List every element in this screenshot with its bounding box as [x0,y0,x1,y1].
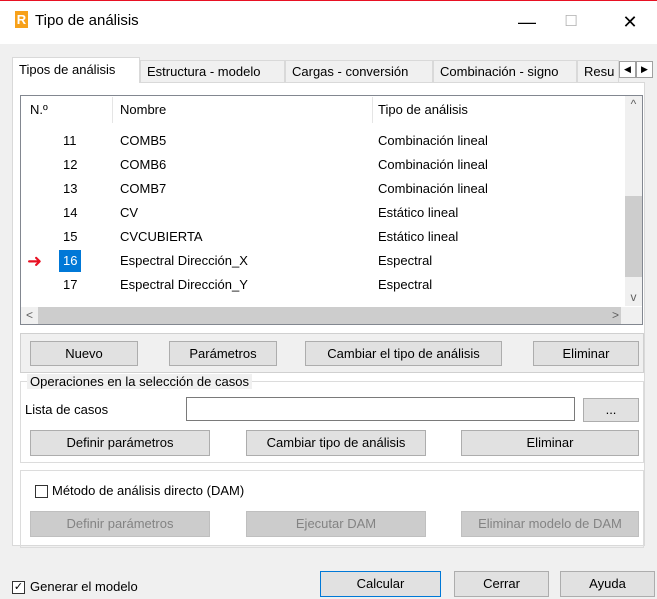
define-parameters-button[interactable]: Definir parámetros [30,430,210,456]
scroll-right-icon[interactable]: > [607,307,624,324]
row-number-selected: 16 [59,250,82,272]
red-arrow-pointer-icon: ➜ [27,251,43,271]
parameters-button[interactable]: Parámetros [169,341,277,366]
column-separator [112,97,113,123]
case-list-label: Lista de casos [25,402,109,417]
scroll-down-icon[interactable]: v [625,289,642,306]
app-icon: R [15,11,28,28]
tab-loads-conversion[interactable]: Cargas - conversión [285,60,433,82]
row-type: Espectral [378,253,433,268]
tab-results[interactable]: Resu [577,60,619,82]
dam-checkbox[interactable] [35,485,48,498]
close-dialog-button[interactable]: Cerrar [454,571,549,597]
row-name: COMB5 [120,133,167,148]
table-row[interactable]: 14 CV Estático lineal [21,201,626,225]
row-type: Combinación lineal [378,181,488,196]
vertical-scroll-thumb[interactable] [625,196,642,277]
row-number: 12 [63,157,78,172]
row-name: COMB6 [120,157,167,172]
browse-cases-button[interactable]: ... [583,398,639,422]
window-title: Tipo de análisis [35,12,139,29]
row-type: Estático lineal [378,229,459,244]
case-list-field[interactable] [186,397,575,421]
minimize-button[interactable]: — [507,6,547,38]
row-type: Combinación lineal [378,133,488,148]
calculate-button[interactable]: Calcular [320,571,441,597]
delete-cases-button[interactable]: Eliminar [461,430,639,456]
run-dam-button: Ejecutar DAM [246,511,426,537]
row-name: CVCUBIERTA [120,229,203,244]
generate-model-label: Generar el modelo [30,579,138,594]
tab-analysis-types[interactable]: Tipos de análisis [12,57,140,83]
change-case-type-button[interactable]: Cambiar tipo de análisis [246,430,426,456]
table-row[interactable]: 12 COMB6 Combinación lineal [21,153,626,177]
table-row-selected[interactable]: ➜ 16 Espectral Dirección_X Espectral [21,249,626,273]
table-row[interactable]: 17 Espectral Dirección_Y Espectral [21,273,626,297]
case-operations-title: Operaciones en la selección de casos [27,374,252,389]
column-separator [372,97,373,123]
row-name: Espectral Dirección_Y [120,277,248,292]
delete-dam-model-button: Eliminar modelo de DAM [461,511,639,537]
row-number: 14 [63,205,78,220]
scroll-up-icon[interactable]: ^ [625,96,642,113]
row-number: 11 [63,133,77,148]
table-row[interactable]: 13 COMB7 Combinación lineal [21,177,626,201]
scroll-left-icon[interactable]: < [21,307,38,324]
column-header-type[interactable]: Tipo de análisis [378,97,468,123]
row-name: CV [120,205,139,220]
table-row[interactable]: 15 CVCUBIERTA Estático lineal [21,225,626,249]
dam-checkbox-label: Método de análisis directo (DAM) [52,483,245,498]
row-name: Espectral Dirección_X [120,253,248,268]
column-header-number[interactable]: N.º [30,97,48,123]
row-number: 15 [63,229,78,244]
dam-define-parameters-button: Definir parámetros [30,511,210,537]
horizontal-scrollbar[interactable]: < > [21,307,642,324]
close-button[interactable]: ✕ [610,6,650,38]
row-type: Combinación lineal [378,157,488,172]
column-header-name[interactable]: Nombre [120,97,166,123]
maximize-button[interactable]: ☐ [551,6,591,38]
horizontal-scroll-thumb[interactable] [38,307,621,324]
table-row[interactable]: 11 COMB5 Combinación lineal [21,129,626,153]
row-number: 17 [63,277,78,292]
help-button[interactable]: Ayuda [560,571,655,597]
row-name: COMB7 [120,181,167,196]
row-type: Espectral [378,277,433,292]
generate-model-checkbox[interactable]: ✓ [12,581,25,594]
tab-structure-model[interactable]: Estructura - modelo [140,60,285,82]
tab-scroll-right-icon[interactable]: ▶ [636,61,653,78]
row-type: Estático lineal [378,205,459,220]
analysis-list[interactable]: N.º Nombre Tipo de análisis 11 COMB5 Com… [20,95,643,325]
delete-button[interactable]: Eliminar [533,341,639,366]
change-analysis-type-button[interactable]: Cambiar el tipo de análisis [305,341,502,366]
row-number: 13 [63,181,78,196]
vertical-scrollbar[interactable]: ^ v [625,96,642,306]
new-button[interactable]: Nuevo [30,341,138,366]
tab-scroll-left-icon[interactable]: ◀ [619,61,636,78]
tab-combination-sign[interactable]: Combinación - signo [433,60,577,82]
